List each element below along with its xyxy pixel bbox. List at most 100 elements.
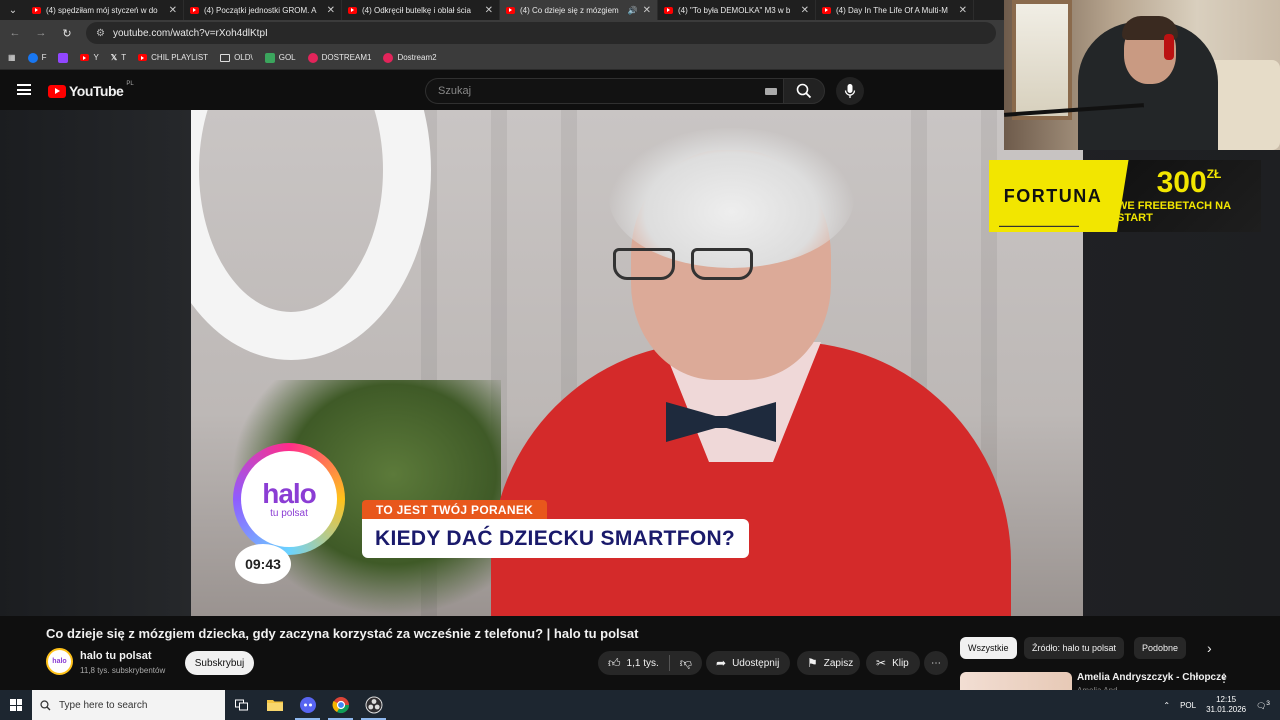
show-logo-inner: halo tu polsat [241,451,337,547]
taskbar-search[interactable]: Type here to search [32,690,225,720]
menu-icon[interactable] [17,84,31,95]
tab-label: (4) Początki jednostki GROM. A [204,5,317,15]
channel-avatar[interactable]: halo [46,648,73,675]
bookmark-dostream1[interactable]: DOSTREAM1 [307,52,372,63]
speaker-icon[interactable]: 🔊 [628,6,638,15]
clock-date: 31.01.2026 [1206,705,1247,714]
region-code: PL [126,81,134,87]
thumbs-up-icon[interactable]: 👍︎ [608,656,621,671]
browser-tab[interactable]: (4) spędziłam mój styczeń w do ✕ [26,0,184,20]
chip-all[interactable]: Wszystkie [960,637,1017,659]
search-button[interactable] [783,78,825,104]
language-indicator[interactable]: POL [1180,701,1196,710]
notifications-icon[interactable]: 🗨︎3 [1256,700,1270,711]
share-label: Udostępnij [732,657,780,669]
file-explorer-icon[interactable] [258,690,291,720]
discord-icon[interactable] [291,690,324,720]
chip-source[interactable]: Źródło: halo tu polsat [1024,637,1125,659]
clip-label: Klip [892,657,909,669]
sponsor-banner: FORTUNA ▬▬▬▬▬▬▬▬▬▬▬▬▬▬▬▬▬▬▬▬ 300ZŁ WE FR… [989,160,1261,232]
close-icon[interactable]: ✕ [643,5,651,16]
like-dislike-group: 👍︎ 1,1 tys. 👎︎ [598,651,702,675]
close-icon[interactable]: ✕ [169,5,177,16]
tab-label: (4) Day In The Life Of A Multi-M [836,5,948,15]
browser-tab-active[interactable]: (4) Co dzieje się z mózgiem 🔊 ✕ [500,0,658,20]
bookmark-gol[interactable]: GOL [264,52,296,63]
address-bar: ← → ↻ ⚙ youtube.com/watch?v=rXoh4dlKtpI [0,20,1004,46]
youtube-logo[interactable]: YouTube PL [48,81,134,99]
bookmark-folder-old[interactable]: OLD\ [220,53,253,62]
url-field[interactable]: ⚙ youtube.com/watch?v=rXoh4dlKtpI [86,22,996,44]
webcam-overlay [1004,0,1280,150]
browser-tab[interactable]: (4) Odkręcił butelkę i oblał ścia ✕ [342,0,500,20]
browser-tab[interactable]: (4) Początki jednostki GROM. A ✕ [184,0,342,20]
share-arrow-icon: ➦ [716,656,727,670]
bookmark-label: CHIL PLAYLIST [151,53,209,62]
forward-arrow-icon[interactable]: → [34,27,48,39]
bookmark-label: OLD\ [234,53,253,62]
search-input[interactable] [438,85,758,97]
subscriber-count: 11,8 tys. subskrybentów [80,666,166,675]
ad-fine-print-bar: ▬▬▬▬▬▬▬▬▬▬▬▬▬▬▬▬▬▬▬▬ [999,223,1079,228]
recommendation-title[interactable]: Amelia Andryszczyk - Chłopcze [1077,672,1227,683]
recommendation-thumbnail[interactable] [960,672,1072,690]
close-icon[interactable]: ✕ [801,5,809,16]
task-view-icon[interactable] [225,690,258,720]
clock[interactable]: 12:15 31.01.2026 [1206,695,1246,716]
like-count[interactable]: 1,1 tys. [627,658,659,669]
site-info-icon[interactable]: ⚙ [96,28,105,39]
bookmark-x[interactable]: 𝕏T [111,53,126,62]
tab-search-icon[interactable]: ⌄ [0,0,26,20]
webcam-window [1012,0,1072,120]
clip-button[interactable]: ✂ Klip [866,651,920,675]
obs-icon[interactable] [357,690,390,720]
chrome-icon[interactable] [324,690,357,720]
x-logo-icon: 𝕏 [110,53,118,62]
bookmark-chil-playlist[interactable]: CHIL PLAYLIST [138,53,208,62]
more-actions-button[interactable]: ⋯ [924,651,948,675]
keyboard-icon[interactable] [765,88,777,95]
ad-brand: FORTUNA [1003,185,1103,206]
chip-similar[interactable]: Podobne [1134,637,1187,659]
bookmark-label: GOL [278,53,296,62]
apps-grid-icon[interactable]: ▦ [8,53,16,62]
save-button[interactable]: ⚑ Zapisz [797,651,860,675]
bookmark-label: DOSTREAM1 [321,53,372,62]
dostream-icon [383,52,394,63]
thumbs-down-icon[interactable]: 👎︎ [680,656,692,671]
chevron-right-icon[interactable]: › [1207,640,1212,656]
reload-icon[interactable]: ↻ [60,27,74,40]
url-text: youtube.com/watch?v=rXoh4dlKtpI [112,27,268,39]
close-icon[interactable]: ✕ [959,5,967,16]
bookmark-youtube[interactable]: Y [80,53,99,62]
voice-search-button[interactable] [836,77,864,105]
youtube-favicon-icon [348,6,357,14]
search-icon [796,83,812,99]
bookmark-twitch[interactable] [58,52,69,63]
close-icon[interactable]: ✕ [327,5,335,16]
subscribe-button[interactable]: Subskrybuj [185,651,254,675]
bookmark-icon: ⚑ [807,656,818,670]
bookmark-dostream2[interactable]: Dostream2 [383,52,437,63]
taskbar-search-placeholder: Type here to search [59,699,148,711]
close-icon[interactable]: ✕ [485,5,493,16]
more-vertical-icon[interactable]: ⋮ [1218,671,1230,685]
watch-metadata: Co dzieje się z mózgiem dziecka, gdy zac… [0,616,1280,690]
twitch-icon [58,52,69,63]
browser-tab[interactable]: (4) "To była DEMOLKA" M3 w b ✕ [658,0,816,20]
show-logo: halo tu polsat [233,443,345,555]
channel-name[interactable]: halo tu polsat [80,650,152,662]
more-horizontal-icon: ⋯ [931,657,941,669]
share-button[interactable]: ➦ Udostępnij [706,651,790,675]
chevron-up-icon[interactable]: ⌃ [1163,701,1170,710]
show-logo-sub: tu polsat [270,507,308,519]
headset-icon [1164,34,1174,60]
browser-tab[interactable]: (4) Day In The Life Of A Multi-M ✕ [816,0,974,20]
ring-light [191,110,431,360]
start-button[interactable] [0,690,32,720]
bookmark-facebook[interactable]: F [27,52,46,63]
screen: ⌄ (4) spędziłam mój styczeń w do ✕ (4) Po… [0,0,1280,720]
ad-amount: 300ZŁ [1157,168,1222,198]
back-arrow-icon[interactable]: ← [8,27,22,39]
video-player[interactable]: halo tu polsat 09:43 TO JEST TWÓJ PORANE… [191,110,1083,616]
